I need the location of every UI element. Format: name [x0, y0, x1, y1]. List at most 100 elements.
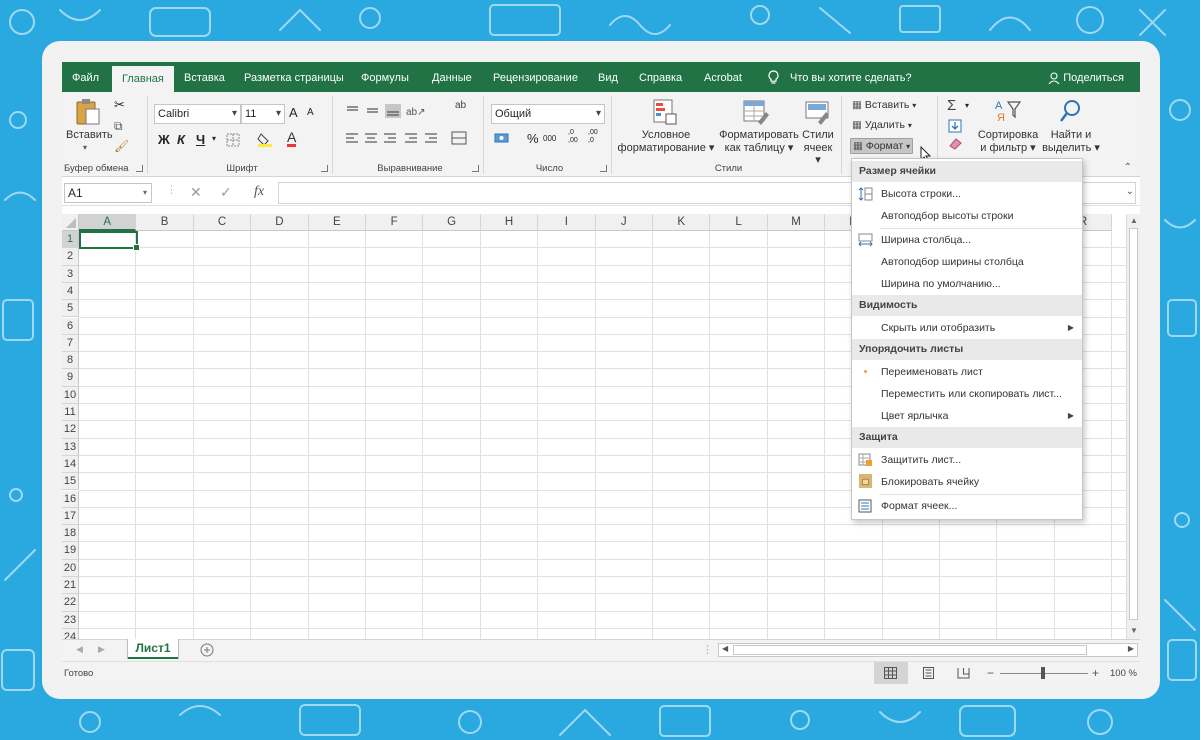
row-header-9[interactable]: 9: [62, 369, 79, 387]
format-cells-button[interactable]: ▦ Формат ▾: [850, 138, 914, 154]
find-select-button[interactable]: Найти и выделить ▾: [1040, 129, 1102, 154]
prev-sheet-icon[interactable]: ◀: [76, 644, 83, 655]
autosum-button[interactable]: Σ: [947, 97, 956, 114]
tab-insert[interactable]: Вставка: [184, 62, 225, 92]
format-painter-icon[interactable]: 🖌: [114, 139, 129, 153]
underline-button[interactable]: Ч: [196, 132, 205, 147]
percent-style-button[interactable]: %: [527, 131, 539, 146]
underline-dropdown-icon[interactable]: ▾: [212, 134, 216, 143]
conditional-formatting-button[interactable]: Условное форматирование ▾: [616, 129, 716, 154]
decrease-decimal-button[interactable]: ,00 ,0: [588, 129, 598, 145]
wrap-text-button[interactable]: ab: [455, 101, 466, 111]
row-header-12[interactable]: 12: [62, 421, 79, 439]
column-header-a[interactable]: A: [79, 214, 137, 231]
page-layout-view-icon[interactable]: [922, 667, 935, 679]
tab-review[interactable]: Рецензирование: [493, 62, 578, 92]
row-header-20[interactable]: 20: [62, 559, 79, 577]
menu-item-rename-sheet[interactable]: • Переименовать лист: [852, 361, 1082, 383]
horizontal-scroll-thumb[interactable]: [733, 645, 1087, 655]
vertical-scrollbar[interactable]: ▲ ▼: [1126, 214, 1140, 639]
menu-item-format-cells[interactable]: Формат ячеек...: [852, 495, 1082, 517]
next-sheet-icon[interactable]: ▶: [98, 644, 105, 655]
cell-styles-button[interactable]: Стили ячеек ▾: [800, 129, 836, 167]
sort-filter-icon[interactable]: A Я: [994, 98, 1022, 124]
row-header-10[interactable]: 10: [62, 386, 79, 404]
confirm-entry-icon[interactable]: ✓: [220, 184, 232, 201]
merge-center-icon[interactable]: [451, 131, 467, 145]
add-sheet-icon[interactable]: [200, 643, 214, 657]
row-header-6[interactable]: 6: [62, 317, 79, 335]
row-header-8[interactable]: 8: [62, 352, 79, 370]
tab-data[interactable]: Данные: [432, 62, 472, 92]
fill-color-icon[interactable]: [257, 131, 273, 147]
delete-cells-button[interactable]: ▦ Удалить ▾: [852, 119, 912, 131]
cut-icon[interactable]: ✂: [114, 97, 125, 113]
number-launcher-icon[interactable]: [600, 165, 607, 172]
column-header-c[interactable]: C: [193, 214, 252, 231]
format-as-table-button[interactable]: Форматировать как таблицу ▾: [716, 129, 802, 154]
scroll-down-icon[interactable]: ▼: [1130, 626, 1138, 635]
active-cell[interactable]: [79, 231, 140, 251]
menu-item-row-height[interactable]: Высота строки...: [852, 183, 1082, 205]
column-header-h[interactable]: H: [480, 214, 539, 231]
row-header-16[interactable]: 16: [62, 490, 79, 508]
tab-acrobat[interactable]: Acrobat: [704, 62, 742, 92]
tab-home[interactable]: Главная: [112, 66, 174, 92]
paste-icon[interactable]: [75, 98, 101, 126]
row-header-14[interactable]: 14: [62, 455, 79, 474]
share-button[interactable]: Поделиться: [1063, 62, 1124, 92]
select-all-corner[interactable]: [62, 214, 79, 231]
row-header-23[interactable]: 23: [62, 611, 79, 629]
autosum-dropdown-icon[interactable]: ▾: [965, 101, 969, 110]
fill-icon[interactable]: [948, 119, 962, 133]
vertical-align-icons[interactable]: ab↗: [345, 104, 425, 118]
menu-item-column-width[interactable]: Ширина столбца...: [852, 229, 1082, 251]
paste-dropdown-icon[interactable]: ▾: [83, 143, 87, 152]
font-color-icon[interactable]: A: [287, 130, 297, 147]
menu-item-tab-color[interactable]: Цвет ярлычка ▶: [852, 405, 1082, 427]
paste-button[interactable]: Вставить: [66, 129, 113, 142]
column-header-b[interactable]: B: [136, 214, 194, 231]
row-header-15[interactable]: 15: [62, 473, 79, 491]
collapse-ribbon-icon[interactable]: ⌃: [1124, 162, 1132, 173]
row-header-7[interactable]: 7: [62, 334, 79, 353]
currency-format-icon[interactable]: [494, 132, 512, 146]
zoom-slider-thumb[interactable]: [1041, 667, 1045, 679]
shrink-font-icon[interactable]: A: [307, 107, 314, 118]
row-header-2[interactable]: 2: [62, 248, 79, 266]
cancel-entry-icon[interactable]: ✕: [190, 184, 202, 201]
menu-item-lock-cell[interactable]: Блокировать ячейку: [852, 471, 1082, 493]
sort-filter-button[interactable]: Сортировка и фильтр ▾: [974, 129, 1042, 154]
column-header-e[interactable]: E: [308, 214, 366, 231]
row-header-13[interactable]: 13: [62, 438, 79, 456]
copy-icon[interactable]: ⧉: [114, 119, 123, 134]
tab-view[interactable]: Вид: [598, 62, 618, 92]
column-header-g[interactable]: G: [423, 214, 481, 231]
column-header-m[interactable]: M: [767, 214, 826, 231]
zoom-in-button[interactable]: +: [1092, 666, 1099, 680]
clear-icon[interactable]: [948, 138, 962, 150]
italic-button[interactable]: К: [177, 132, 185, 147]
row-header-22[interactable]: 22: [62, 594, 79, 612]
row-header-5[interactable]: 5: [62, 300, 79, 318]
row-header-24[interactable]: 24: [62, 628, 79, 639]
increase-decimal-button[interactable]: ,0 ,00: [568, 129, 578, 145]
insert-function-icon[interactable]: fx: [254, 184, 264, 200]
menu-item-move-copy-sheet[interactable]: Переместить или скопировать лист...: [852, 383, 1082, 405]
zoom-out-button[interactable]: −: [987, 666, 994, 680]
comma-style-button[interactable]: 000: [543, 134, 556, 143]
scroll-left-icon[interactable]: ◀: [722, 644, 728, 653]
menu-item-hide-unhide[interactable]: Скрыть или отобразить ▶: [852, 317, 1082, 339]
borders-icon[interactable]: [226, 133, 240, 147]
font-name-select[interactable]: Calibri ▾: [154, 104, 241, 124]
tab-page-layout[interactable]: Разметка страницы: [244, 62, 344, 92]
font-launcher-icon[interactable]: [321, 165, 328, 172]
find-select-icon[interactable]: [1058, 98, 1084, 126]
row-header-21[interactable]: 21: [62, 577, 79, 595]
row-header-3[interactable]: 3: [62, 265, 79, 283]
expand-formula-bar-icon[interactable]: ⌄: [1126, 186, 1134, 197]
row-header-17[interactable]: 17: [62, 507, 79, 526]
column-header-k[interactable]: K: [653, 214, 711, 231]
split-handle-icon[interactable]: ⋮: [702, 643, 713, 656]
menu-item-protect-sheet[interactable]: Защитить лист...: [852, 449, 1082, 471]
